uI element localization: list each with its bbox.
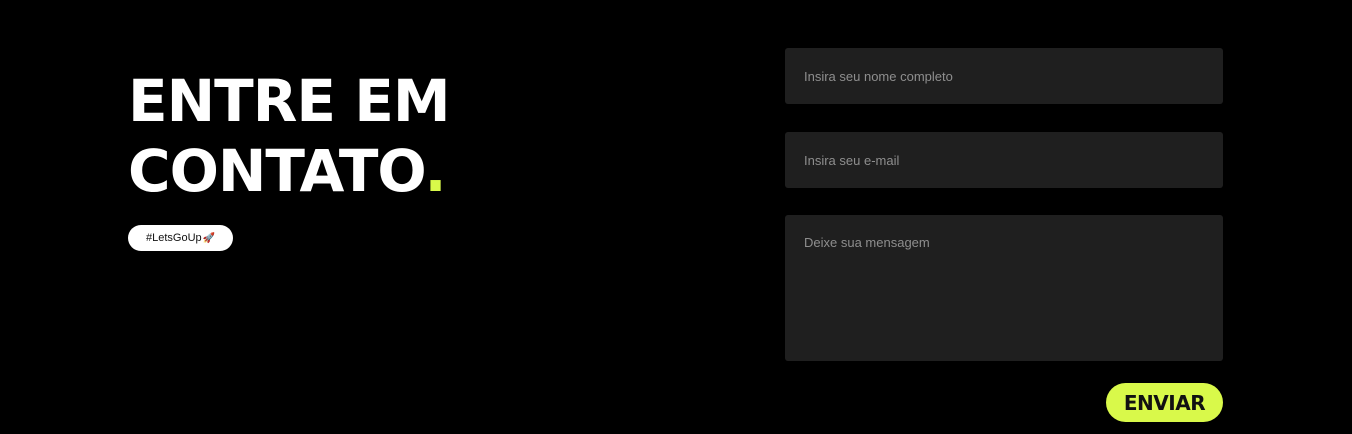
message-textarea[interactable] — [785, 215, 1223, 361]
heading-line-2-text: CONTATO — [128, 137, 425, 205]
contact-heading: ENTRE EM CONTATO. — [128, 66, 451, 206]
email-input[interactable] — [785, 132, 1223, 188]
heading-line-1: ENTRE EM — [128, 67, 451, 135]
accent-dot: . — [424, 137, 446, 205]
rocket-icon: 🚀 — [202, 233, 216, 244]
name-input[interactable] — [785, 48, 1223, 104]
send-button[interactable]: ENVIAR — [1106, 383, 1223, 422]
hashtag-badge: #LetsGoUp🚀 — [128, 225, 234, 251]
hashtag-text: #LetsGoUp — [146, 232, 202, 244]
heading-line-2: CONTATO. — [128, 136, 450, 206]
